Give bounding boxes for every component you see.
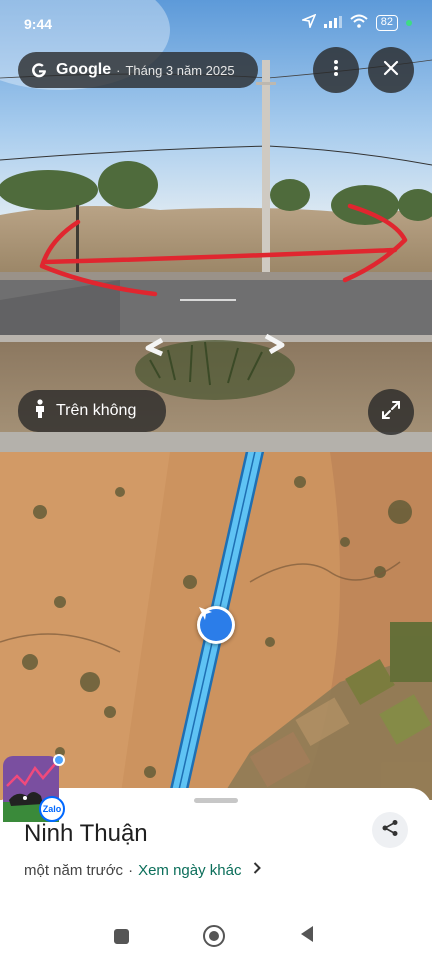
home-button[interactable] xyxy=(200,922,228,950)
share-button[interactable] xyxy=(372,812,408,848)
fullscreen-button[interactable] xyxy=(368,389,414,435)
back-triangle-icon xyxy=(299,925,315,948)
capture-info-row: một năm trước · Xem ngày khác xyxy=(24,861,262,879)
more-options-button[interactable] xyxy=(313,47,359,93)
imagery-title-bar[interactable]: Google · Tháng 3 năm 2025 xyxy=(18,52,258,88)
close-button[interactable] xyxy=(368,47,414,93)
zalo-chat-bubble[interactable]: Zalo xyxy=(3,754,65,828)
signal-icon xyxy=(323,15,342,31)
meta-separator: · xyxy=(128,861,134,879)
recents-button[interactable] xyxy=(107,922,135,950)
wifi-icon xyxy=(350,14,368,31)
capture-date: Tháng 3 năm 2025 xyxy=(125,62,235,78)
system-navigation-bar xyxy=(0,912,432,960)
close-icon xyxy=(383,60,399,81)
street-view-panorama[interactable]: 9:44 82 Google · Tháng 3 năm 2025 Trên k… xyxy=(0,0,432,452)
sheet-drag-handle[interactable] xyxy=(194,798,238,803)
satellite-map[interactable] xyxy=(0,452,432,800)
share-icon xyxy=(381,819,399,842)
status-time: 9:44 xyxy=(24,16,53,32)
see-other-dates-link[interactable]: Xem ngày khác xyxy=(138,862,241,879)
google-g-icon xyxy=(28,59,50,81)
zalo-badge-icon: Zalo xyxy=(39,796,65,822)
battery-indicator: 82 xyxy=(375,14,398,31)
current-location-marker[interactable] xyxy=(197,606,235,644)
location-status-icon xyxy=(299,13,317,31)
more-vert-icon xyxy=(333,59,339,82)
home-circle-icon xyxy=(203,925,225,947)
aerial-view-label: Trên không xyxy=(56,402,137,419)
navigation-arrow-icon xyxy=(199,607,232,641)
notification-dot xyxy=(53,754,65,766)
title-separator: · xyxy=(116,62,121,78)
zalo-label: Zalo xyxy=(42,804,62,814)
place-bottom-sheet[interactable]: Ninh Thuận một năm trước · Xem ngày khác xyxy=(0,788,432,960)
back-button[interactable] xyxy=(293,922,321,950)
charging-dot-icon xyxy=(406,19,412,26)
capture-age: một năm trước xyxy=(24,861,124,879)
expand-icon xyxy=(381,400,401,425)
chevron-right-icon[interactable] xyxy=(253,861,262,879)
square-icon xyxy=(113,928,129,944)
person-icon xyxy=(34,398,46,424)
brand-label: Google xyxy=(56,61,112,78)
aerial-view-button[interactable]: Trên không xyxy=(18,390,166,432)
status-bar: 9:44 82 xyxy=(0,0,432,46)
